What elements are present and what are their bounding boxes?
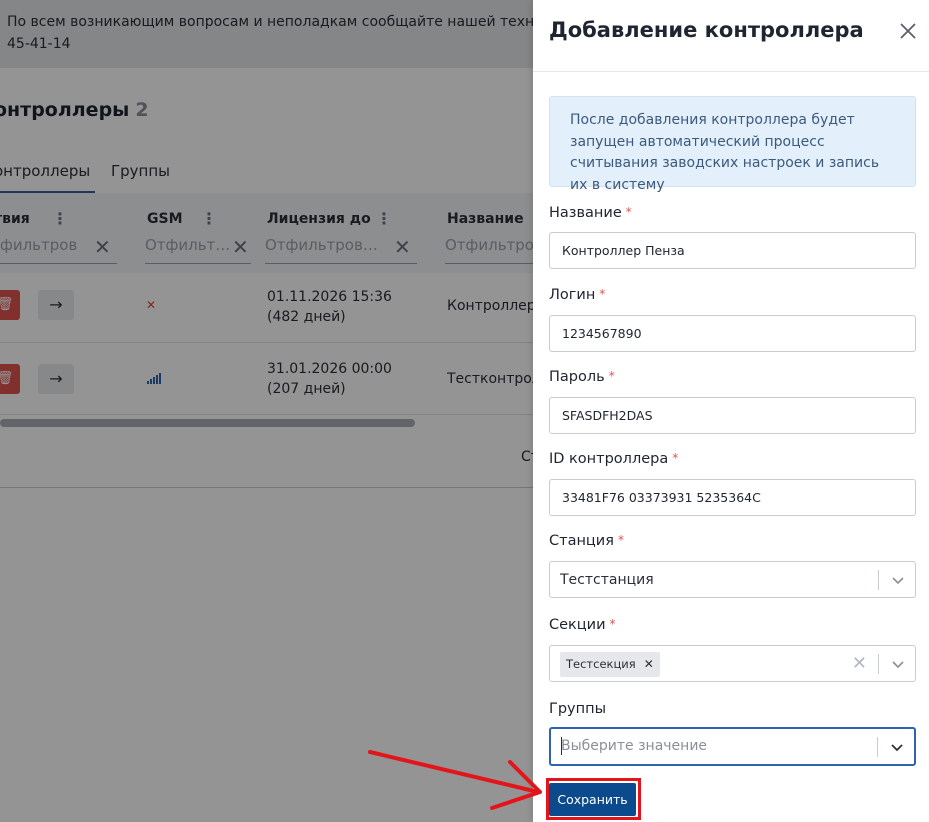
login-field[interactable] — [549, 315, 916, 352]
sections-label: Секции * — [549, 617, 616, 633]
drawer-title: Добавление контроллера — [549, 18, 864, 42]
modal-overlay[interactable] — [0, 0, 533, 822]
drawer-header: Добавление контроллера — [533, 0, 929, 72]
required-mark: * — [617, 533, 624, 547]
clear-icon[interactable]: ✕ — [852, 653, 867, 674]
chevron-down-icon[interactable] — [890, 740, 904, 754]
info-alert: После добавления контроллера будет запущ… — [549, 96, 916, 193]
required-mark: * — [625, 205, 632, 219]
arrow-annotation-icon — [368, 750, 542, 810]
close-icon[interactable] — [895, 18, 921, 44]
name-field[interactable] — [549, 232, 916, 269]
name-label: Название * — [549, 205, 632, 221]
highlight-annotation — [546, 778, 641, 820]
required-mark: * — [608, 369, 615, 383]
password-label: Пароль * — [549, 369, 615, 385]
station-value: Тестстанция — [560, 572, 654, 588]
password-field[interactable] — [549, 397, 916, 434]
select-separator — [878, 570, 879, 590]
station-select[interactable]: Тестстанция — [549, 561, 916, 598]
groups-label: Группы — [549, 701, 607, 717]
select-separator — [878, 654, 879, 674]
info-text: После добавления контроллера будет запущ… — [570, 112, 880, 193]
station-label: Станция * — [549, 533, 624, 549]
sections-multiselect[interactable]: Тестсекция ✕ ✕ — [549, 645, 916, 682]
chevron-down-icon[interactable] — [891, 573, 905, 587]
select-separator — [877, 737, 878, 757]
required-mark: * — [672, 451, 679, 465]
login-label: Логин * — [549, 287, 606, 303]
add-controller-drawer: Добавление контроллера После добавления … — [533, 0, 929, 822]
section-chip-label: Тестсекция — [566, 657, 636, 671]
controller-id-field[interactable] — [549, 479, 916, 516]
groups-placeholder: Выберите значение — [561, 738, 708, 754]
required-mark: * — [609, 617, 616, 631]
controller-id-label: ID контроллера * — [549, 451, 679, 467]
required-mark: * — [599, 287, 606, 301]
chevron-down-icon[interactable] — [891, 657, 905, 671]
remove-chip-icon[interactable]: ✕ — [644, 657, 654, 671]
section-chip: Тестсекция ✕ — [560, 652, 660, 677]
groups-select[interactable]: Выберите значение — [549, 727, 916, 766]
